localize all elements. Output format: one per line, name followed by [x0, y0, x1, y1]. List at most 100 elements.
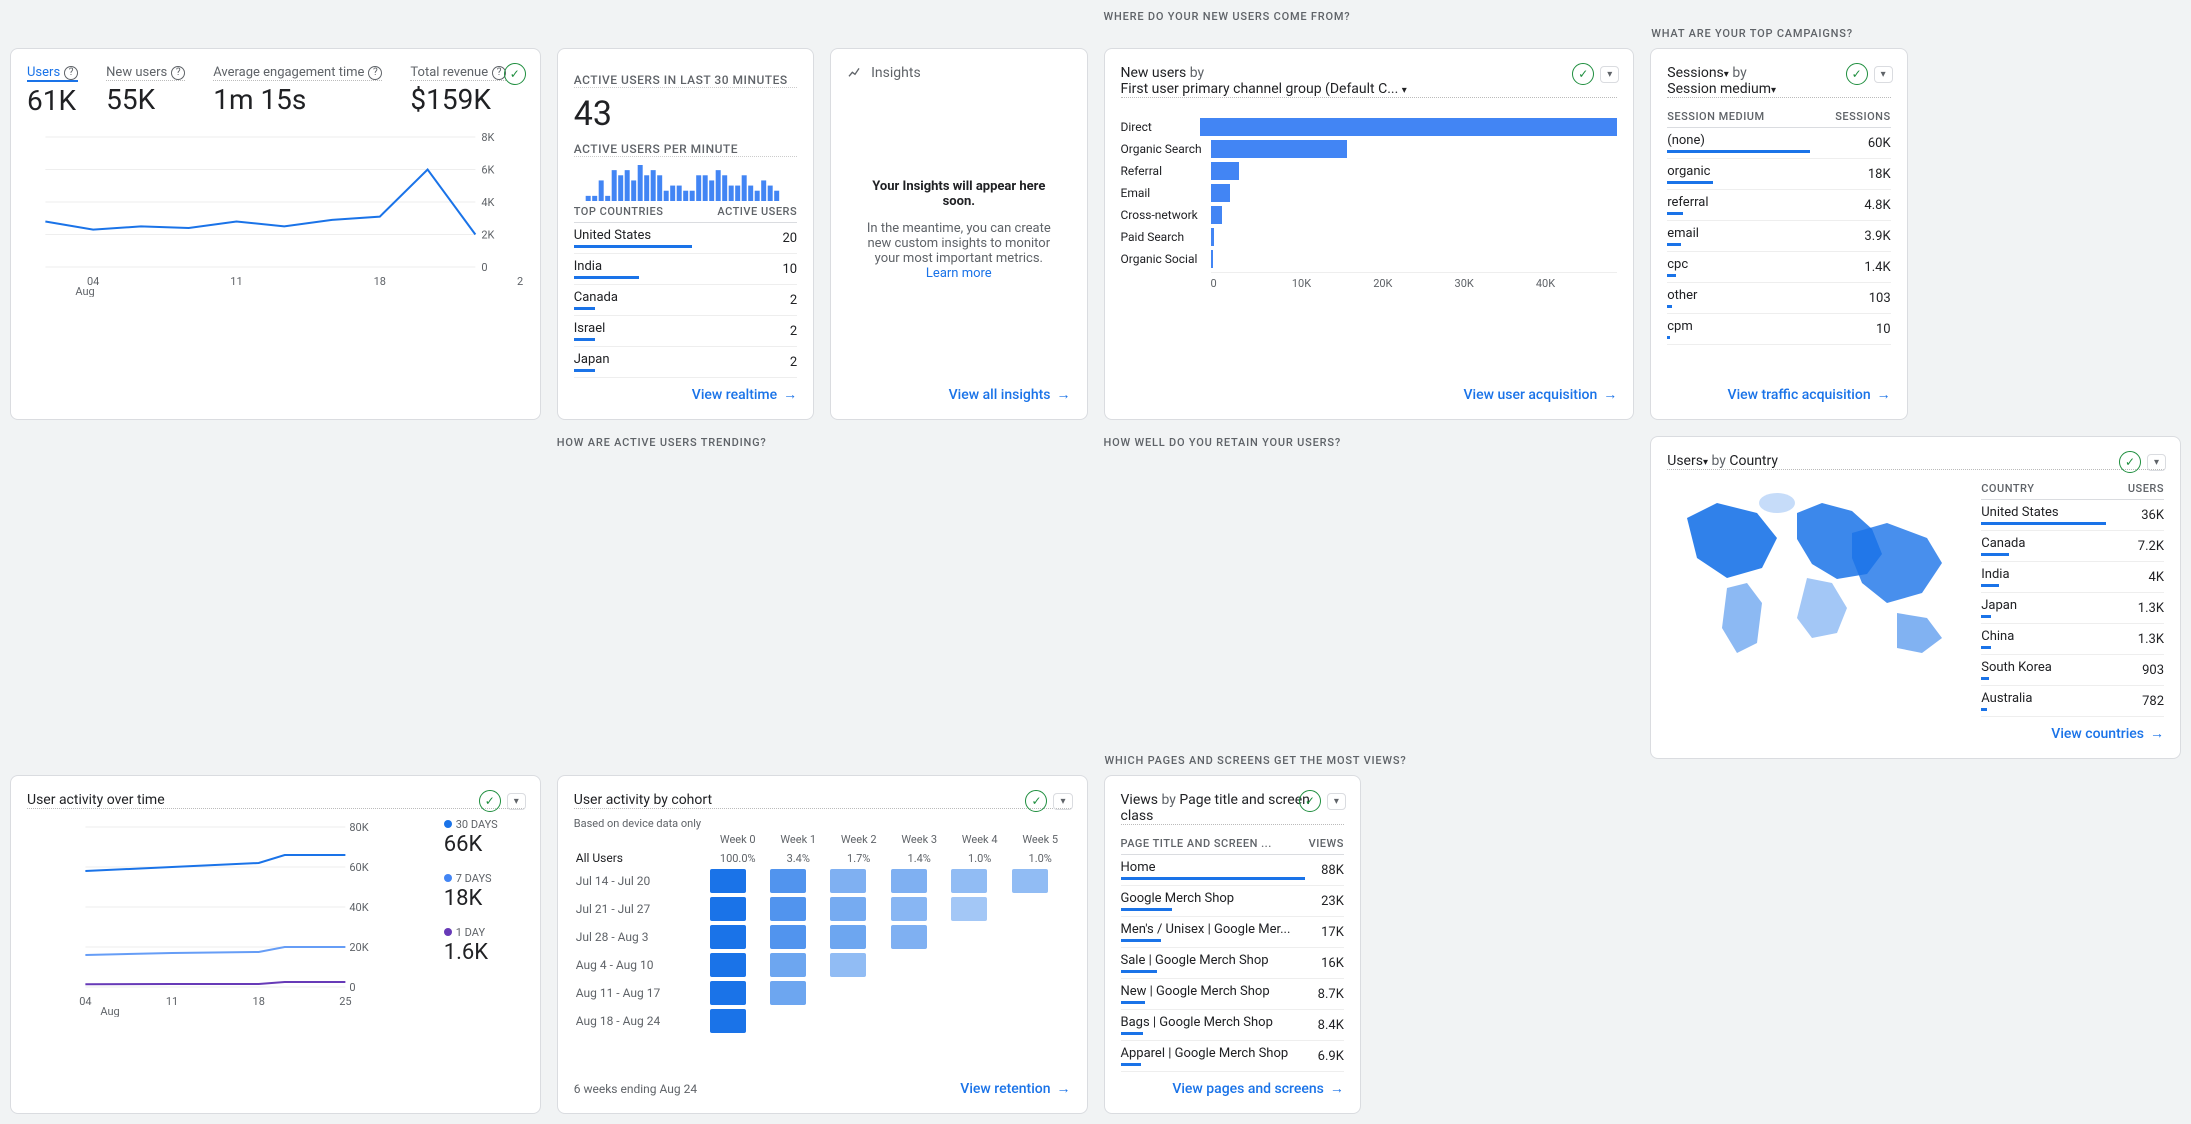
acquisition-card: ✓ ▾ New users by First user primary chann… — [1104, 48, 1635, 420]
svg-text:0: 0 — [349, 981, 355, 994]
section-header-campaigns: What are your top campaigns? — [1651, 27, 1853, 43]
table-row[interactable]: United States20 — [574, 223, 797, 254]
section-header-pages: Which pages and screens get the most vie… — [1105, 754, 1407, 770]
view-traffic-link[interactable]: View traffic acquisition→ — [1728, 387, 1891, 403]
pages-table: PAGE TITLE AND SCREEN ...VIEWSHome88KGoo… — [1121, 833, 1344, 1072]
section-header-new-users: Where do your new users come from? — [1104, 10, 1635, 26]
status-check-icon: ✓ — [1846, 63, 1868, 85]
card-menu-button[interactable]: ▾ — [1874, 66, 1893, 83]
hbar-row[interactable]: Direct — [1121, 118, 1618, 136]
table-row[interactable]: Apparel | Google Merch Shop6.9K — [1121, 1041, 1344, 1072]
table-row[interactable]: India10 — [574, 254, 797, 285]
table-row[interactable]: Canada2 — [574, 285, 797, 316]
table-row[interactable]: Canada7.2K — [1981, 531, 2164, 562]
metric-average engagement time[interactable]: Average engagement time ? 1m 15s — [213, 65, 382, 117]
cohort-card: ✓ ▾ User activity by cohort Based on devi… — [557, 775, 1088, 1114]
view-acquisition-link[interactable]: View user acquisition→ — [1463, 387, 1617, 403]
cohort-row: Aug 11 - Aug 17 — [574, 979, 1071, 1007]
table-row[interactable]: India4K — [1981, 562, 2164, 593]
view-realtime-link[interactable]: View realtime→ — [692, 387, 797, 403]
metric-users[interactable]: Users ? 61K — [27, 65, 78, 117]
table-row[interactable]: South Korea903 — [1981, 655, 2164, 686]
view-countries-link[interactable]: View countries→ — [2051, 726, 2164, 742]
cohort-subtitle: Based on device data only — [574, 817, 1071, 830]
card-menu-button[interactable]: ▾ — [1327, 793, 1346, 810]
activity-card: ✓▾ User activity over time 020K40K60K80K… — [10, 775, 541, 1114]
view-insights-link[interactable]: View all insights→ — [949, 387, 1071, 403]
realtime-perminute-title: ACTIVE USERS PER MINUTE — [574, 142, 797, 157]
help-icon[interactable]: ? — [368, 66, 382, 80]
svg-text:8K: 8K — [481, 131, 494, 144]
cohort-row: Aug 18 - Aug 24 — [574, 1007, 1071, 1035]
countries-title[interactable]: Users▾ by Country — [1667, 453, 2164, 470]
card-menu-button[interactable]: ▾ — [1053, 793, 1072, 810]
acquisition-title[interactable]: New users by First user primary channel … — [1121, 65, 1618, 98]
table-row[interactable]: Japan2 — [574, 347, 797, 378]
svg-text:04: 04 — [79, 995, 91, 1008]
realtime-bar-chart — [574, 163, 797, 201]
table-row[interactable]: email3.9K — [1667, 221, 1890, 252]
table-row[interactable]: Sale | Google Merch Shop16K — [1121, 948, 1344, 979]
insights-card: Insights Your Insights will appear here … — [830, 48, 1087, 420]
realtime-countries-table: TOP COUNTRIESACTIVE USERSUnited States20… — [574, 201, 797, 378]
status-check-icon: ✓ — [479, 790, 501, 812]
table-row[interactable]: Bags | Google Merch Shop8.4K — [1121, 1010, 1344, 1041]
realtime-count: 43 — [574, 94, 797, 134]
card-menu-button[interactable]: ▾ — [507, 793, 526, 810]
metric-new users[interactable]: New users ? 55K — [106, 65, 185, 117]
pages-card: Which pages and screens get the most vie… — [1104, 775, 1361, 1114]
help-icon[interactable]: ? — [171, 66, 185, 80]
table-row[interactable]: (none)60K — [1667, 128, 1890, 159]
hbar-row[interactable]: Paid Search — [1121, 228, 1618, 246]
activity-line-chart: 0 20K 40K 60K 80K 04 11 18 25 Aug — [27, 817, 434, 1017]
svg-text:18: 18 — [253, 995, 265, 1008]
users-line-chart: 02K4K6K8K04111825Aug — [27, 127, 524, 297]
hbar-row[interactable]: Organic Social — [1121, 250, 1618, 268]
status-check-icon: ✓ — [1025, 790, 1047, 812]
svg-text:20K: 20K — [349, 941, 368, 954]
table-row[interactable]: New | Google Merch Shop8.7K — [1121, 979, 1344, 1010]
svg-text:60K: 60K — [349, 861, 368, 874]
svg-text:11: 11 — [230, 275, 242, 288]
table-row[interactable]: cpm10 — [1667, 314, 1890, 345]
table-row[interactable]: China1.3K — [1981, 624, 2164, 655]
svg-text:40K: 40K — [349, 901, 368, 914]
table-row[interactable]: Japan1.3K — [1981, 593, 2164, 624]
table-row[interactable]: referral4.8K — [1667, 190, 1890, 221]
hbar-row[interactable]: Organic Search — [1121, 140, 1618, 158]
svg-text:4K: 4K — [481, 196, 494, 209]
hbar-row[interactable]: Cross-network — [1121, 206, 1618, 224]
countries-card: ✓▾ Users▾ by Country COUNTRYUSERSUnited … — [1650, 436, 2181, 759]
hbar-row[interactable]: Referral — [1121, 162, 1618, 180]
table-row[interactable]: United States36K — [1981, 500, 2164, 531]
card-menu-button[interactable]: ▾ — [1600, 66, 1619, 83]
realtime-title: ACTIVE USERS IN LAST 30 MINUTES — [574, 73, 797, 88]
table-row[interactable]: Google Merch Shop23K — [1121, 886, 1344, 917]
hbar-row[interactable]: Email — [1121, 184, 1618, 202]
svg-text:11: 11 — [166, 995, 178, 1008]
svg-text:80K: 80K — [349, 821, 368, 834]
cohort-title: User activity by cohort — [574, 792, 1071, 809]
view-pages-link[interactable]: View pages and screens→ — [1172, 1081, 1344, 1097]
realtime-card: ACTIVE USERS IN LAST 30 MINUTES 43 ACTIV… — [557, 48, 814, 420]
status-check-icon: ✓ — [1572, 63, 1594, 85]
insights-header: Insights — [871, 65, 921, 81]
world-map — [1667, 478, 1967, 668]
table-row[interactable]: Men's / Unisex | Google Mer...17K — [1121, 917, 1344, 948]
view-retention-link[interactable]: View retention→ — [960, 1080, 1070, 1097]
table-row[interactable]: organic18K — [1667, 159, 1890, 190]
svg-text:Aug: Aug — [100, 1005, 119, 1017]
cohort-table: Week 0Week 1Week 2Week 3Week 4Week 5All … — [574, 830, 1071, 1035]
metric-total revenue[interactable]: Total revenue ? $159K — [410, 65, 506, 117]
cohort-footer: 6 weeks ending Aug 24 — [574, 1082, 697, 1096]
insights-learn-link[interactable]: Learn more — [926, 266, 992, 281]
help-icon[interactable]: ? — [64, 66, 78, 80]
table-row[interactable]: cpc1.4K — [1667, 252, 1890, 283]
table-row[interactable]: Australia782 — [1981, 686, 2164, 717]
insights-bold: Your Insights will appear here soon. — [857, 179, 1060, 209]
table-row[interactable]: Israel2 — [574, 316, 797, 347]
card-menu-button[interactable]: ▾ — [2147, 454, 2166, 471]
table-row[interactable]: other103 — [1667, 283, 1890, 314]
svg-text:25: 25 — [339, 995, 351, 1008]
table-row[interactable]: Home88K — [1121, 855, 1344, 886]
